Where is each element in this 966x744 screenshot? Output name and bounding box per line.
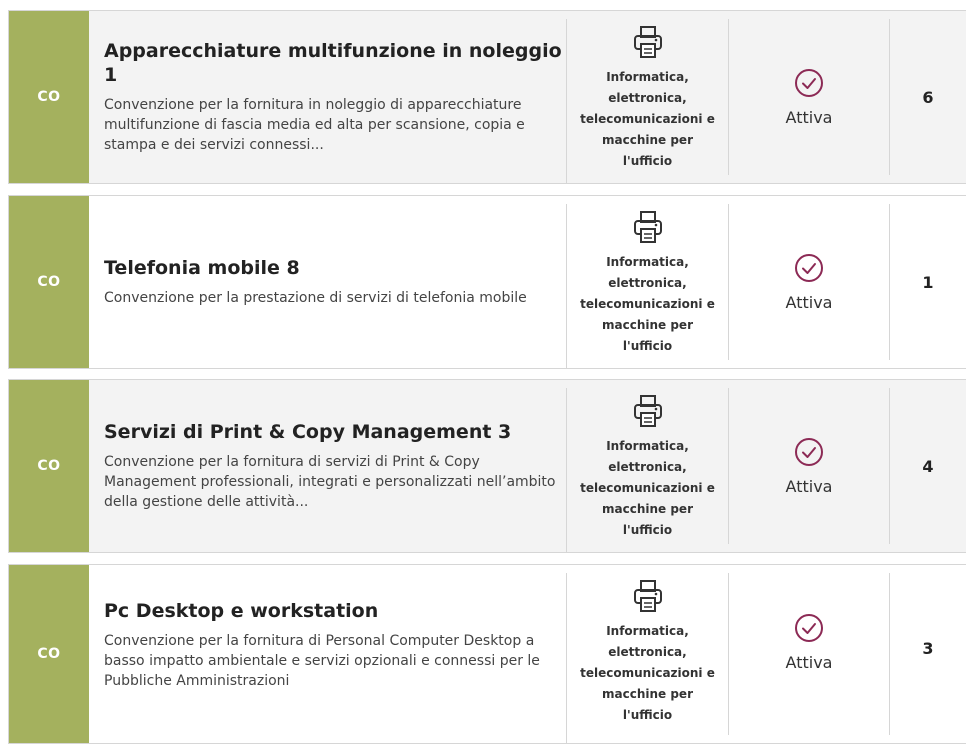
card-description: Convenzione per la prestazione di serviz…: [104, 290, 527, 306]
printer-icon: [633, 395, 662, 427]
status-label: Attiva: [785, 107, 833, 127]
status-cell: Attiva: [728, 19, 889, 175]
convenzione-card[interactable]: CO Servizi di Print & Copy Management 3 …: [8, 379, 966, 553]
type-badge: CO: [9, 11, 89, 183]
printer-icon: [633, 580, 662, 612]
card-description: Convenzione per la fornitura in noleggio…: [104, 97, 525, 153]
category-label: Informatica, elettronica, telecomunicazi…: [580, 624, 715, 722]
printer-icon: [633, 211, 662, 243]
check-circle-icon: [795, 253, 823, 282]
count-cell: 4: [889, 388, 966, 544]
type-badge: CO: [9, 380, 89, 552]
count-cell: 3: [889, 573, 966, 735]
convenzione-card[interactable]: CO Apparecchiature multifunzione in nole…: [8, 10, 966, 184]
type-badge-label: CO: [37, 646, 61, 662]
type-badge: CO: [9, 196, 89, 368]
category-label: Informatica, elettronica, telecomunicazi…: [580, 255, 715, 353]
card-info: Telefonia mobile 8 Convenzione per la pr…: [89, 196, 566, 368]
category-label: Informatica, elettronica, telecomunicazi…: [580, 439, 715, 537]
card-info: Servizi di Print & Copy Management 3 Con…: [89, 380, 566, 552]
count-value: 4: [922, 456, 934, 476]
status-label: Attiva: [785, 476, 833, 496]
count-value: 6: [922, 87, 934, 107]
status-label: Attiva: [785, 292, 833, 312]
card-title[interactable]: Telefonia mobile 8: [104, 256, 566, 280]
type-badge-label: CO: [37, 458, 61, 474]
status-cell: Attiva: [728, 573, 889, 735]
type-badge: CO: [9, 565, 89, 743]
card-info: Apparecchiature multifunzione in noleggi…: [89, 11, 566, 183]
card-title[interactable]: Servizi di Print & Copy Management 3: [104, 420, 566, 444]
count-cell: 1: [889, 204, 966, 360]
status-cell: Attiva: [728, 388, 889, 544]
category-cell: Informatica, elettronica, telecomunicazi…: [566, 388, 728, 552]
check-circle-icon: [795, 437, 823, 466]
count-cell: 6: [889, 19, 966, 175]
status-cell: Attiva: [728, 204, 889, 360]
card-description: Convenzione per la fornitura di Personal…: [104, 633, 540, 689]
status-label: Attiva: [785, 653, 833, 672]
category-label: Informatica, elettronica, telecomunicazi…: [580, 70, 715, 168]
count-value: 3: [922, 639, 934, 658]
convenzione-card[interactable]: CO Telefonia mobile 8 Convenzione per la…: [8, 195, 966, 369]
check-circle-icon: [795, 68, 823, 97]
count-value: 1: [922, 272, 934, 292]
type-badge-label: CO: [37, 274, 61, 290]
card-title[interactable]: Pc Desktop e workstation: [104, 599, 566, 623]
card-description: Convenzione per la fornitura di servizi …: [104, 454, 556, 510]
card-info: Pc Desktop e workstation Convenzione per…: [89, 565, 566, 743]
convenzione-card[interactable]: CO Pc Desktop e workstation Convenzione …: [8, 564, 966, 744]
card-title[interactable]: Apparecchiature multifunzione in noleggi…: [104, 39, 566, 87]
type-badge-label: CO: [37, 89, 61, 105]
printer-icon: [633, 26, 662, 58]
category-cell: Informatica, elettronica, telecomunicazi…: [566, 573, 728, 743]
category-cell: Informatica, elettronica, telecomunicazi…: [566, 19, 728, 183]
category-cell: Informatica, elettronica, telecomunicazi…: [566, 204, 728, 368]
check-circle-icon: [795, 614, 823, 642]
convenzioni-list: CO Apparecchiature multifunzione in nole…: [0, 0, 966, 744]
